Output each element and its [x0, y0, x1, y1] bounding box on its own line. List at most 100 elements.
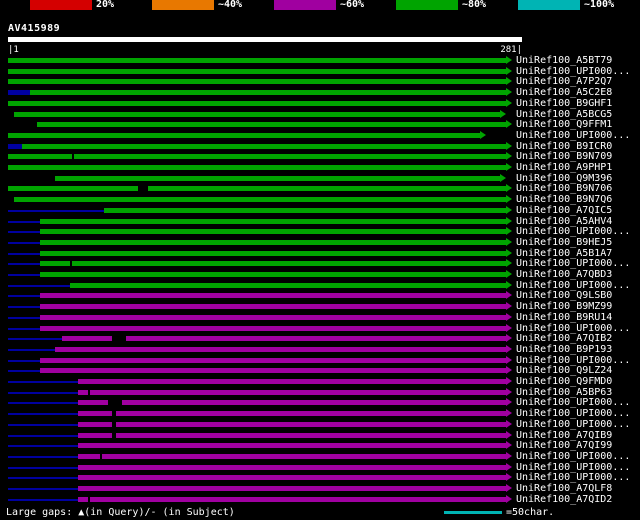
hit-bar[interactable] [8, 100, 506, 106]
hit-label[interactable]: UniRef100_B9HEJ5 [516, 237, 612, 248]
hit-label[interactable]: UniRef100_UPI000... [516, 66, 630, 77]
hit-bar[interactable] [55, 175, 500, 181]
hit-label[interactable]: UniRef100_A7QID2 [516, 494, 612, 505]
unaligned-lead-line [8, 391, 78, 394]
hit-bar[interactable] [78, 464, 506, 470]
hit-label[interactable]: UniRef100_A7QIC5 [516, 205, 612, 216]
hit-bar[interactable] [78, 389, 506, 395]
alignment-row: UniRef100_Q9LSB0 [0, 290, 640, 301]
hit-label[interactable]: UniRef100_A5BP63 [516, 387, 612, 398]
hit-label[interactable]: UniRef100_UPI000... [516, 280, 630, 291]
hit-bar[interactable] [14, 197, 506, 203]
hit-bar[interactable] [40, 250, 506, 256]
hit-label[interactable]: UniRef100_B9P193 [516, 344, 612, 355]
hit-bar[interactable] [40, 325, 506, 331]
hit-bar[interactable] [55, 346, 506, 352]
hit-bar[interactable] [14, 111, 500, 117]
alignment-row: UniRef100_B9HEJ5 [0, 237, 640, 248]
hit-arrowhead-icon [506, 237, 512, 246]
hit-bar[interactable] [78, 496, 506, 502]
hit-label[interactable]: UniRef100_UPI000... [516, 473, 630, 483]
hit-label[interactable]: UniRef100_UPI000... [516, 451, 630, 462]
hit-bar[interactable] [40, 272, 506, 277]
hit-bar[interactable] [40, 293, 506, 299]
hit-bar[interactable] [8, 165, 506, 170]
hit-bar[interactable] [62, 336, 506, 342]
hit-label[interactable]: UniRef100_UPI000... [516, 419, 630, 430]
hit-label[interactable]: UniRef100_UPI000... [516, 323, 630, 334]
hit-label[interactable]: UniRef100_B9GHF1 [516, 98, 612, 109]
hit-label[interactable]: UniRef100_A7QIB2 [516, 334, 612, 344]
hit-bar[interactable] [22, 143, 506, 149]
hit-label[interactable]: UniRef100_UPI000... [516, 227, 630, 237]
hit-label[interactable]: UniRef100_B9ICR0 [516, 141, 612, 152]
hit-label[interactable]: UniRef100_B9N7Q6 [516, 195, 612, 205]
hit-bar[interactable] [78, 453, 506, 459]
hit-label[interactable]: UniRef100_UPI000... [516, 398, 630, 408]
alignment-row: UniRef100_UPI000... [0, 258, 640, 269]
hit-bar[interactable] [40, 229, 506, 235]
hit-label[interactable]: UniRef100_B9N709 [516, 152, 612, 162]
hit-label[interactable]: UniRef100_Q9LZ24 [516, 366, 612, 376]
unaligned-lead-line [8, 348, 55, 351]
hit-bar[interactable] [78, 379, 506, 384]
hit-bar[interactable] [78, 432, 506, 438]
hit-label[interactable]: UniRef100_Q9LSB0 [516, 291, 612, 301]
alignment-row: UniRef100_UPI000... [0, 462, 640, 473]
hit-label[interactable]: UniRef100_UPI000... [516, 409, 630, 419]
hit-label[interactable]: UniRef100_Q9FFM1 [516, 120, 612, 130]
hit-label[interactable]: UniRef100_Q9FMD0 [516, 377, 612, 387]
hit-bar[interactable] [8, 79, 506, 85]
hit-bar[interactable] [8, 132, 480, 138]
hit-bar[interactable] [40, 368, 506, 374]
hit-label[interactable]: UniRef100_UPI000... [516, 259, 630, 269]
hit-label[interactable]: UniRef100_A7QBD3 [516, 270, 612, 280]
hit-label[interactable]: UniRef100_UPI000... [516, 355, 630, 366]
hit-bar[interactable] [40, 314, 506, 320]
hit-bar[interactable] [78, 486, 506, 491]
unaligned-lead-line [8, 263, 40, 266]
hit-bar[interactable] [78, 475, 506, 481]
hit-label[interactable]: UniRef100_A7QI99 [516, 441, 612, 451]
hit-label[interactable]: UniRef100_A5B1A7 [516, 248, 612, 259]
hit-arrowhead-icon [506, 462, 512, 471]
hit-bar[interactable] [70, 282, 506, 288]
hit-bar[interactable] [78, 411, 506, 417]
hit-bar[interactable] [40, 261, 506, 267]
hit-bar[interactable] [104, 207, 506, 213]
hit-label[interactable]: UniRef100_A7QIB9 [516, 430, 612, 441]
hit-bar[interactable] [37, 122, 506, 128]
hit-label[interactable]: UniRef100_B9RU14 [516, 312, 612, 323]
hit-label[interactable]: UniRef100_UPI000... [516, 130, 630, 141]
alignment-row: UniRef100_UPI000... [0, 280, 640, 291]
hit-bar[interactable] [78, 443, 506, 449]
hit-bar[interactable] [78, 400, 506, 406]
hit-bar[interactable] [40, 218, 506, 224]
hit-label[interactable]: UniRef100_UPI000... [516, 462, 630, 473]
alignment-row: UniRef100_A7QIB2 [0, 333, 640, 344]
hit-bar[interactable] [30, 90, 506, 96]
hit-label[interactable]: UniRef100_A9PHP1 [516, 163, 612, 173]
hit-label[interactable]: UniRef100_B9N706 [516, 184, 612, 194]
hit-bar[interactable] [40, 357, 506, 363]
hit-bar[interactable] [8, 186, 506, 192]
hit-label[interactable]: UniRef100_Q9M396 [516, 173, 612, 184]
hit-bar[interactable] [8, 58, 506, 63]
hit-label[interactable]: UniRef100_A5C2E8 [516, 88, 612, 98]
alignment-row: UniRef100_UPI000... [0, 66, 640, 77]
hit-arrowhead-icon [506, 216, 512, 225]
unaligned-lead-line [8, 466, 78, 469]
hit-label[interactable]: UniRef100_A7QLF8 [516, 484, 612, 494]
hit-arrowhead-icon [506, 323, 512, 332]
hit-bar[interactable] [78, 421, 506, 427]
hit-label[interactable]: UniRef100_B9MZ99 [516, 302, 612, 312]
hit-label[interactable]: UniRef100_A5BT79 [516, 56, 612, 66]
hit-bar[interactable] [8, 154, 506, 160]
hit-arrowhead-icon [500, 173, 506, 182]
hit-bar[interactable] [40, 304, 506, 310]
hit-bar[interactable] [8, 68, 506, 74]
hit-label[interactable]: UniRef100_A5BCG5 [516, 109, 612, 120]
hit-bar[interactable] [40, 239, 506, 245]
hit-label[interactable]: UniRef100_A5AHV4 [516, 216, 612, 227]
hit-label[interactable]: UniRef100_A7P2Q7 [516, 77, 612, 87]
